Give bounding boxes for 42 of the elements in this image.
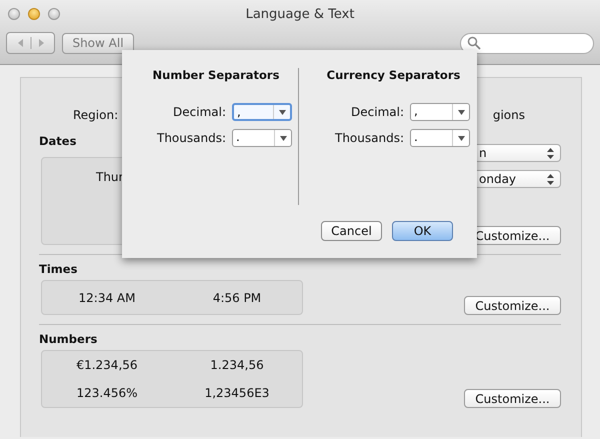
region-label: Region: <box>73 108 118 124</box>
date-text: Thur <box>96 170 124 184</box>
calendar-popup[interactable]: n <box>477 144 561 162</box>
number-text: €1.234,56 <box>75 358 139 372</box>
cancel-button[interactable]: Cancel <box>321 221 382 241</box>
dropdown-arrow-icon <box>278 110 286 114</box>
section-heading: Times <box>39 262 78 276</box>
window-title: Language & Text <box>246 6 354 22</box>
time-text: 12:34 AM <box>78 290 136 304</box>
time-text: 4:56 PM <box>212 290 262 304</box>
customize-button[interactable]: Customize... <box>464 296 561 315</box>
back-forward-control[interactable] <box>6 32 55 54</box>
ok-button[interactable]: OK <box>392 221 453 241</box>
dropdown-arrow-icon <box>458 136 464 140</box>
dropdown-arrow-icon <box>280 136 286 140</box>
separator-combo-box[interactable]: . <box>232 129 292 147</box>
customize-button[interactable]: Customize... <box>464 389 561 408</box>
field-label: Thousands: <box>334 131 404 145</box>
dropdown-arrow-icon <box>458 110 464 114</box>
up-down-arrows-icon <box>547 174 554 184</box>
field-label: Decimal: <box>173 105 226 119</box>
close-button[interactable] <box>8 8 20 20</box>
week-popup[interactable]: onday <box>477 170 561 188</box>
field-label: Decimal: <box>351 105 404 119</box>
number-text: 1.234,56 <box>209 358 265 372</box>
number-text: 123.456% <box>75 386 139 400</box>
column-heading: Currency Separators <box>326 68 462 82</box>
search-field[interactable] <box>460 32 594 54</box>
separator-combo-box[interactable]: , <box>410 103 470 121</box>
column-heading: Number Separators <box>152 68 280 82</box>
section-heading: Dates <box>39 134 76 148</box>
up-down-arrows-icon <box>547 148 554 158</box>
search-icon <box>467 36 481 50</box>
section-heading: Numbers <box>39 332 98 346</box>
regions-text: gions <box>492 108 525 124</box>
number-text: 1,23456E3 <box>204 386 270 400</box>
separator-combo-box[interactable]: . <box>410 129 470 147</box>
zoom-button[interactable] <box>48 8 60 20</box>
show-all-button[interactable]: Show All <box>62 32 134 54</box>
minimize-button[interactable] <box>28 8 40 20</box>
separator-combo-box[interactable]: , <box>232 103 292 121</box>
field-label: Thousands: <box>156 131 226 145</box>
